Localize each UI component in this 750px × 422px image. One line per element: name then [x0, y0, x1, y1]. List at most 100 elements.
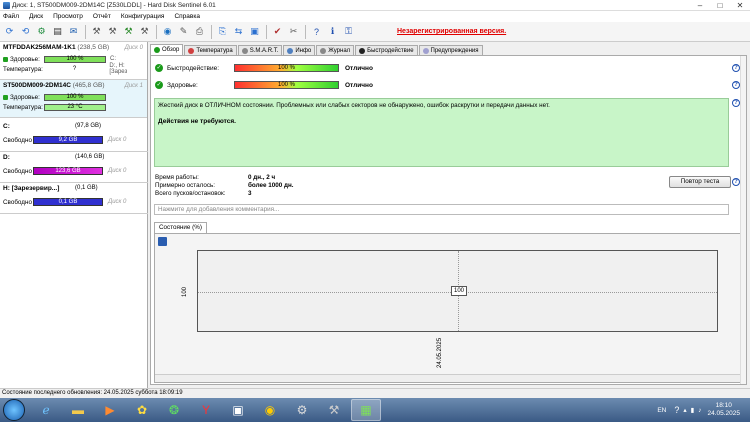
disk-info: Время работы: 0 дн., 2 ч Примерно осталос… [155, 173, 294, 197]
volume-list: C: (97,8 GB) Свободно 9,2 GB Диск 0 D: (14… [0, 121, 148, 214]
maximize-button[interactable]: □ [710, 0, 730, 11]
tab-bar: Обзор Температура S.M.A.R.T. Инфо Журнал… [150, 44, 750, 55]
horizontal-scrollbar[interactable] [155, 374, 741, 382]
menu-file[interactable]: Файл [3, 13, 19, 20]
tab-label: Температура [196, 47, 233, 54]
tab-smart[interactable]: S.M.A.R.T. [237, 45, 283, 55]
thermometer-icon [188, 47, 195, 54]
language-indicator[interactable]: EN [657, 407, 666, 414]
tab-alerts[interactable]: Предупреждения [418, 45, 483, 55]
vertical-scrollbar[interactable] [740, 56, 746, 384]
register-icon[interactable]: ⚿ [341, 24, 356, 39]
menu-view[interactable]: Просмотр [53, 13, 83, 20]
copy-icon[interactable]: ⎘ [215, 24, 230, 39]
volume-size: (0,1 GB) [75, 185, 98, 191]
help-icon[interactable]: ? [732, 64, 740, 72]
help-icon[interactable]: ? [732, 99, 740, 107]
disk-item[interactable]: MTFDDAK256MAM-1K1 (238,5 GB) Диск 0 Здор… [0, 42, 147, 80]
status-message: Жесткий диск в ОТЛИЧНОМ состоянии. Пробл… [158, 102, 550, 109]
disk-test-icon[interactable]: ⚒ [121, 24, 136, 39]
volume-size: (140,6 GB) [75, 154, 105, 160]
starts-value: 3 [248, 189, 252, 197]
health-graph: 100 100 24.05.2025 [154, 233, 742, 383]
volume-item[interactable]: H: [Зарезервир...] (0,1 GB) Свободно 0,1 … [0, 183, 148, 214]
chrome-icon[interactable]: ◉ [255, 399, 285, 421]
app-icon[interactable]: ✿ [127, 399, 157, 421]
menu-disk[interactable]: Диск [29, 13, 43, 20]
menu-help[interactable]: Справка [174, 13, 200, 20]
info-icon[interactable]: ℹ [325, 24, 340, 39]
mail-icon[interactable]: ✉ [66, 24, 81, 39]
tab-label: Обзор [162, 47, 180, 53]
tab-overview[interactable]: Обзор [150, 44, 184, 55]
media-player-icon[interactable]: ▶ [95, 399, 125, 421]
print-icon[interactable]: ⎙ [192, 24, 207, 39]
status-message-box: Жесткий диск в ОТЛИЧНОМ состоянии. Пробл… [154, 98, 729, 167]
disk-refresh-icon[interactable]: ⟲ [18, 24, 33, 39]
volume-disk: Диск 0 [108, 199, 127, 205]
volume-disk: Диск 0 [108, 168, 127, 174]
save-icon[interactable] [158, 237, 167, 246]
backup-icon[interactable]: ⇆ [231, 24, 246, 39]
test-icon[interactable]: ⚒ [89, 24, 104, 39]
toolbar: ⟳ ⟲ ⚙ ▤ ✉ ⚒ ⚒ ⚒ ⚒ ◉ ✎ ⎙ ⎘ ⇆ ▣ ✔ ✂ ? ℹ ⚿ … [0, 22, 750, 42]
monitor-icon[interactable]: ▣ [247, 24, 262, 39]
smart-icon[interactable]: ⚙ [34, 24, 49, 39]
ie-icon[interactable]: ℯ [31, 399, 61, 421]
disk-item-selected[interactable]: ST500DM009-2DM14C (465,8 GB) Диск 1 Здор… [0, 80, 147, 118]
ball-icon[interactable]: ❂ [159, 399, 189, 421]
settings-icon[interactable]: ⚙ [287, 399, 317, 421]
temp-value: ? [43, 65, 106, 73]
tab-health-graph[interactable]: Состояние (%) [154, 222, 207, 233]
surface-test-icon[interactable]: ⚒ [105, 24, 120, 39]
clock[interactable]: 18:10 24.05.2025 [707, 402, 740, 418]
temp-bar: 23 °C [44, 103, 106, 111]
volume-icon[interactable]: ♪ [698, 407, 701, 414]
help-icon[interactable]: ? [674, 405, 679, 415]
web-icon[interactable]: ◉ [160, 24, 175, 39]
unregistered-link[interactable]: Незарегистрированная версия. [397, 28, 506, 35]
hdsentinel-icon[interactable]: ▦ [351, 399, 381, 421]
comment-field[interactable]: Нажмите для добавления комментария... [154, 204, 729, 215]
yandex-icon[interactable]: Y [191, 399, 221, 421]
health-icon [3, 56, 8, 62]
check-icon: ✓ [155, 64, 163, 72]
disk-number: Диск 1 [124, 83, 143, 89]
tab-info[interactable]: Инфо [283, 45, 316, 55]
folder-icon[interactable]: ▬ [63, 399, 93, 421]
help-icon[interactable]: ? [309, 24, 324, 39]
settings-icon[interactable]: ✔ [270, 24, 285, 39]
report-icon[interactable]: ▤ [50, 24, 65, 39]
tab-temperature[interactable]: Температура [184, 45, 237, 55]
action-message: Действия не требуются. [158, 118, 236, 125]
help-icon[interactable]: ? [732, 178, 740, 186]
network-icon[interactable]: ▮ [691, 406, 695, 414]
menu-config[interactable]: Конфигурация [121, 13, 165, 20]
toolbar-separator [85, 24, 86, 39]
check-icon: ✓ [155, 81, 163, 89]
disk-list-pane: MTFDDAK256MAM-1K1 (238,5 GB) Диск 0 Здор… [0, 42, 148, 388]
retest-button[interactable]: Повтор теста [669, 176, 731, 188]
start-button[interactable] [3, 399, 25, 421]
toolbar-separator [211, 24, 212, 39]
free-space-bar: 0,1 GB [33, 198, 103, 206]
tab-performance[interactable]: Быстродействие [355, 45, 418, 55]
tray-icon[interactable]: ▴ [683, 406, 686, 414]
temp-label: Температура: [3, 65, 43, 73]
menu-report[interactable]: Отчёт [93, 13, 111, 20]
repair-icon[interactable]: ⚒ [137, 24, 152, 39]
minimize-button[interactable]: – [690, 0, 710, 11]
tools-icon[interactable]: ✂ [286, 24, 301, 39]
help-icon[interactable]: ? [732, 81, 740, 89]
close-button[interactable]: ✕ [730, 0, 750, 11]
app-icon[interactable]: ▣ [223, 399, 253, 421]
volume-item[interactable]: C: (97,8 GB) Свободно 9,2 GB Диск 0 [0, 121, 148, 152]
alert-icon[interactable]: ✎ [176, 24, 191, 39]
tab-log[interactable]: Журнал [316, 45, 355, 55]
volume-name: C: [3, 123, 10, 130]
volume-item[interactable]: D: (140,6 GB) Свободно 123,6 GB Диск 0 [0, 152, 148, 183]
tab-label: S.M.A.R.T. [249, 47, 279, 54]
free-label: Свободно [3, 136, 32, 144]
tools-icon[interactable]: ⚒ [319, 399, 349, 421]
refresh-icon[interactable]: ⟳ [2, 24, 17, 39]
